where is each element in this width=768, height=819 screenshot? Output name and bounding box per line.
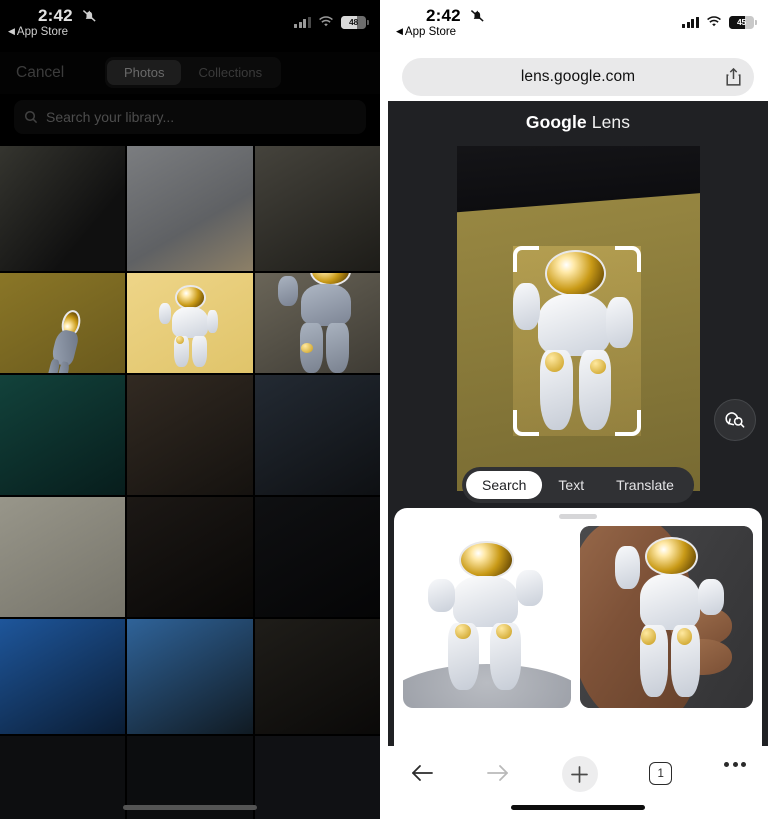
photo-thumbnail[interactable] <box>0 273 126 373</box>
photo-thumbnail[interactable] <box>0 375 126 495</box>
screenshot-comparison: 2:42 ◀ App Store 48 Cancel Photos Collec… <box>0 0 768 819</box>
back-app-label: App Store <box>16 26 69 38</box>
new-tab-button[interactable] <box>561 756 598 792</box>
photo-thumbnail[interactable] <box>254 736 380 819</box>
photo-thumbnail[interactable] <box>0 619 126 734</box>
battery-level: 48 <box>348 17 359 27</box>
search-icon <box>24 110 38 124</box>
status-indicators: 45 <box>682 16 757 29</box>
address-bar[interactable]: lens.google.com <box>402 57 754 96</box>
result-card[interactable] <box>579 526 753 708</box>
share-icon[interactable] <box>725 67 742 86</box>
battery-indicator: 48 <box>341 16 369 29</box>
back-to-app[interactable]: ◀ App Store <box>8 26 68 38</box>
lens-search-button[interactable] <box>714 399 756 441</box>
photo-thumbnail[interactable] <box>127 375 253 495</box>
lens-header: Google Lens <box>388 101 768 143</box>
google-lens-app: Google Lens Search Text Translate <box>388 101 768 746</box>
forward-button[interactable] <box>486 762 510 784</box>
plus-icon <box>571 765 588 783</box>
bell-slash-icon <box>82 10 96 22</box>
photo-thumbnail[interactable] <box>254 273 380 373</box>
photo-grid[interactable] <box>0 146 380 819</box>
photo-thumbnail[interactable] <box>127 273 253 373</box>
photo-thumbnail[interactable] <box>254 497 380 617</box>
lens-captured-image[interactable] <box>456 146 700 491</box>
photo-thumbnail[interactable] <box>254 619 380 734</box>
back-to-app[interactable]: ◀ App Store <box>396 26 456 38</box>
wifi-icon <box>319 16 333 27</box>
right-screenshot-google-lens: 2:42 ◀ App Store 45 lens.google.com Goog… <box>388 0 768 819</box>
crop-corner-top-left[interactable] <box>512 246 539 272</box>
lens-search-icon <box>724 411 744 428</box>
lens-mode-selector: Search Text Translate <box>462 467 694 503</box>
cellular-bars-icon <box>682 16 699 28</box>
more-button[interactable] <box>724 762 746 767</box>
back-button[interactable] <box>410 762 434 784</box>
search-input[interactable]: Search your library... <box>14 100 366 134</box>
arrow-right-icon <box>486 765 508 781</box>
cellular-bars-icon <box>294 16 311 28</box>
arrow-left-icon <box>412 765 433 781</box>
tab-collections[interactable]: Collections <box>181 60 279 85</box>
wifi-icon <box>707 16 721 27</box>
status-time: 2:42 <box>38 6 73 25</box>
status-bar: 2:42 ◀ App Store 48 <box>0 0 380 52</box>
photo-thumbnail[interactable] <box>127 146 253 271</box>
photo-thumbnail[interactable] <box>127 619 253 734</box>
crop-corner-bottom-left[interactable] <box>512 410 539 436</box>
browser-chrome: lens.google.com <box>388 52 768 101</box>
photo-thumbnail[interactable] <box>254 146 380 271</box>
cancel-button[interactable]: Cancel <box>16 64 64 82</box>
mode-translate[interactable]: Translate <box>600 471 690 499</box>
url-text: lens.google.com <box>520 67 636 85</box>
photo-thumbnail[interactable] <box>0 736 126 819</box>
google-lens-logo: Google Lens <box>526 112 630 133</box>
photo-thumbnail[interactable] <box>0 497 126 617</box>
picker-tabs: Photos Collections <box>105 57 281 88</box>
ellipsis-icon <box>724 762 746 767</box>
battery-level: 45 <box>736 17 747 27</box>
photo-thumbnail[interactable] <box>254 375 380 495</box>
status-time: 2:42 <box>426 6 461 25</box>
crop-corner-top-right[interactable] <box>614 246 641 272</box>
logo-lens: Lens <box>591 111 631 132</box>
back-triangle-icon: ◀ <box>396 26 403 36</box>
results-list <box>394 519 762 708</box>
status-bar: 2:42 ◀ App Store 45 <box>388 0 768 52</box>
home-indicator <box>511 805 645 810</box>
mode-text[interactable]: Text <box>542 471 600 499</box>
battery-indicator: 45 <box>729 16 757 29</box>
mode-search[interactable]: Search <box>466 471 543 499</box>
result-card[interactable] <box>403 526 571 708</box>
logo-google: Google <box>525 111 587 132</box>
back-app-label: App Store <box>404 26 457 38</box>
picker-toolbar: Cancel Photos Collections <box>0 52 380 94</box>
photo-thumbnail[interactable] <box>127 497 253 617</box>
photo-thumbnail[interactable] <box>0 146 126 271</box>
crop-selection[interactable] <box>512 246 641 436</box>
status-indicators: 48 <box>294 16 369 29</box>
tab-count-label: 1 <box>657 767 664 780</box>
back-triangle-icon: ◀ <box>8 26 15 36</box>
search-placeholder: Search your library... <box>46 109 175 125</box>
tab-photos[interactable]: Photos <box>107 60 182 85</box>
left-screenshot-photo-picker: 2:42 ◀ App Store 48 Cancel Photos Collec… <box>0 0 380 819</box>
crop-corner-bottom-right[interactable] <box>614 410 641 436</box>
tab-overview-button[interactable]: 1 <box>649 762 673 785</box>
panel-divider <box>380 0 388 819</box>
home-indicator <box>123 805 257 810</box>
lens-results-sheet[interactable] <box>394 508 762 746</box>
bell-slash-icon <box>470 10 484 22</box>
